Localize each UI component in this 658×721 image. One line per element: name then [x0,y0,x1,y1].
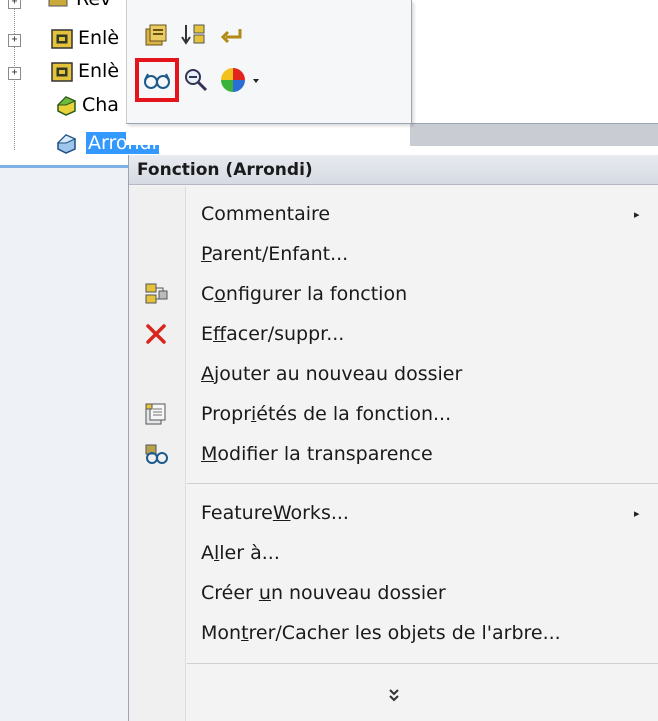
menu-item-commentaire[interactable]: Commentaire ▸ [129,194,658,234]
menu-item-effacer[interactable]: Effacer/suppr... [129,314,658,354]
chamfer-feature-icon [56,96,77,116]
properties-box-icon [145,24,167,46]
tree-expander[interactable]: + [8,34,21,47]
splitter-bar[interactable] [410,123,658,146]
toolbar-button-transparency[interactable] [135,58,179,102]
menu-item-configurer[interactable]: Configurer la fonction [129,274,658,314]
context-menu: Fonction (Arrondi) Commentaire ▸ Parent/… [128,155,658,721]
tree-item-label[interactable]: Enlè [78,27,119,49]
toolbar-button-return[interactable] [215,18,249,52]
menu-item-creer-dossier[interactable]: Créer un nouveau dossier [129,573,658,613]
menu-item-label: Aller à... [201,542,280,564]
feature-tree-empty-area [0,168,128,721]
menu-item-label: Propriétés de la fonction... [201,403,452,425]
return-arrow-icon [220,29,242,44]
transparency-glasses-icon [143,441,169,467]
context-toolbar [126,0,412,124]
tree-item-label[interactable]: Enlè [78,60,119,82]
menu-item-label: Configurer la fonction [201,283,408,305]
tree-item-label[interactable]: Cha [82,94,119,116]
menu-item-montrer-cacher[interactable]: Montrer/Cacher les objets de l'arbre... [129,613,658,653]
toolbar-button-properties[interactable] [139,18,173,52]
menu-item-label: Effacer/suppr... [201,323,345,345]
menu-item-label: Commentaire [201,203,331,225]
menu-separator [187,483,658,484]
menu-header: Fonction (Arrondi) [129,155,658,185]
menu-item-label: Ajouter au nouveau dossier [201,363,463,385]
submenu-arrow-icon: ▸ [634,506,640,520]
toolbar-button-appearance[interactable] [217,63,265,97]
menu-item-aller-a[interactable]: Aller à... [129,533,658,573]
tree-item-label[interactable]: Rev [76,0,111,10]
zoom-icon [185,69,208,92]
menu-item-parent-enfant[interactable]: Parent/Enfant... [129,234,658,274]
rollback-bar-icon [181,24,205,45]
menu-item-proprietes[interactable]: Propriétés de la fonction... [129,394,658,434]
menu-item-label: Parent/Enfant... [201,243,349,265]
submenu-arrow-icon: ▸ [634,207,640,221]
revolve-feature-icon [48,0,68,7]
toolbar-bottom-area [126,123,410,145]
menu-item-label: Créer un nouveau dossier [201,582,446,604]
double-chevron-down-icon [389,689,399,702]
properties-icon [143,401,169,427]
menu-item-label: Montrer/Cacher les objets de l'arbre... [201,622,561,644]
menu-expand-more-button[interactable] [129,675,658,715]
configure-icon [143,281,169,307]
cut-extrude-icon [51,29,73,49]
fillet-feature-icon [56,134,77,154]
menu-item-featureworks[interactable]: FeatureWorks... ▸ [129,493,658,533]
tree-expander[interactable]: + [8,0,21,9]
delete-x-icon [143,321,169,347]
menu-separator [187,663,658,664]
menu-item-ajouter-dossier[interactable]: Ajouter au nouveau dossier [129,354,658,394]
cut-extrude-icon [51,62,73,82]
menu-title: Fonction (Arrondi) [137,159,313,180]
glasses-transparency-icon [144,73,170,89]
toolbar-button-zoom[interactable] [179,63,213,97]
toolbar-button-rollback[interactable] [177,18,211,52]
menu-item-modifier-transparence[interactable]: Modifier la transparence [129,434,658,474]
menu-item-label: Modifier la transparence [201,443,433,465]
menu-item-label: FeatureWorks... [201,502,349,524]
appearance-color-icon [221,68,259,92]
tree-expander[interactable]: + [8,67,21,80]
